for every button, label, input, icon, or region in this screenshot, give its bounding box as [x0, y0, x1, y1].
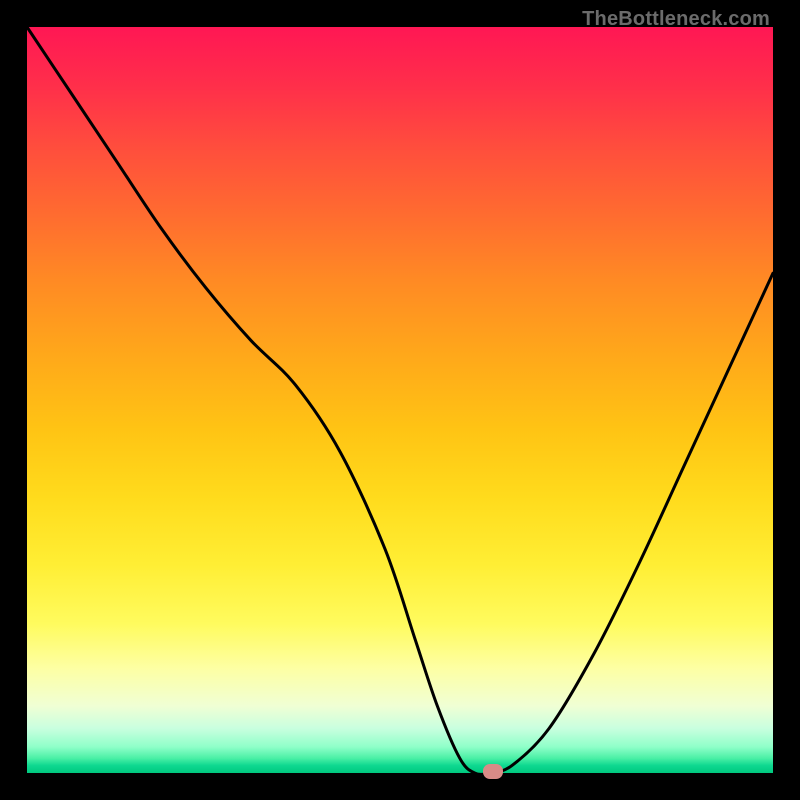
bottleneck-curve — [27, 27, 773, 774]
optimal-marker — [483, 764, 503, 779]
curve-layer — [27, 27, 773, 773]
chart-frame: TheBottleneck.com — [0, 0, 800, 800]
watermark: TheBottleneck.com — [582, 8, 770, 31]
